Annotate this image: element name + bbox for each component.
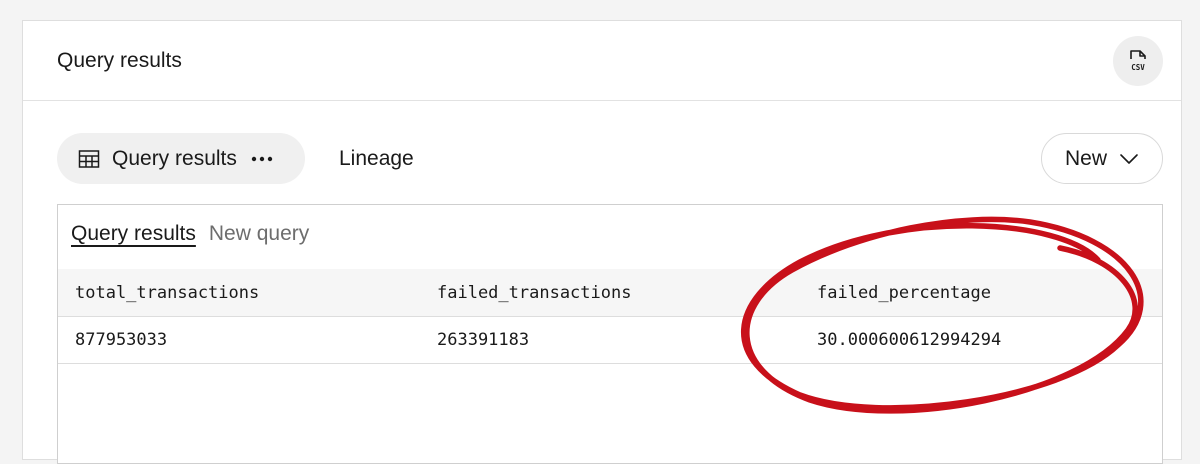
svg-text:CSV: CSV (1131, 63, 1145, 72)
tab-query-results-label: Query results (112, 146, 237, 170)
csv-file-download-icon: CSV (1130, 50, 1146, 72)
column-header-total-transactions[interactable]: total_transactions (75, 269, 259, 316)
column-header-failed-transactions[interactable]: failed_transactions (437, 269, 631, 316)
results-container: Query results New query total_transactio… (57, 204, 1163, 464)
download-csv-button[interactable]: CSV (1113, 36, 1163, 86)
results-tab-bar: Query results Lineage New (23, 133, 1181, 185)
cell-total-transactions: 877953033 (75, 330, 168, 350)
cell-failed-transactions: 263391183 (437, 330, 530, 350)
more-horizontal-icon[interactable] (251, 156, 273, 162)
panel-title: Query results (57, 49, 182, 72)
results-sub-tabs: Query results New query (71, 222, 309, 246)
table-row: 877953033 263391183 30.000600612994294 (58, 317, 1162, 364)
new-dropdown-button[interactable]: New (1041, 133, 1163, 184)
table-header-row: total_transactions failed_transactions f… (58, 269, 1162, 317)
panel-header: Query results CSV (23, 21, 1181, 101)
query-results-panel: Query results CSV Query results Lineage … (22, 20, 1182, 464)
cell-failed-percentage: 30.000600612994294 (817, 330, 1002, 350)
tab-lineage[interactable]: Lineage (339, 133, 414, 184)
new-button-label: New (1064, 146, 1107, 170)
column-header-failed-percentage[interactable]: failed_percentage (817, 269, 991, 316)
tab-query-results[interactable]: Query results (57, 133, 305, 184)
table-icon (77, 147, 101, 171)
sub-tab-new-query[interactable]: New query (209, 222, 309, 246)
chevron-down-icon (1119, 153, 1139, 165)
sub-tab-query-results[interactable]: Query results (71, 222, 196, 246)
